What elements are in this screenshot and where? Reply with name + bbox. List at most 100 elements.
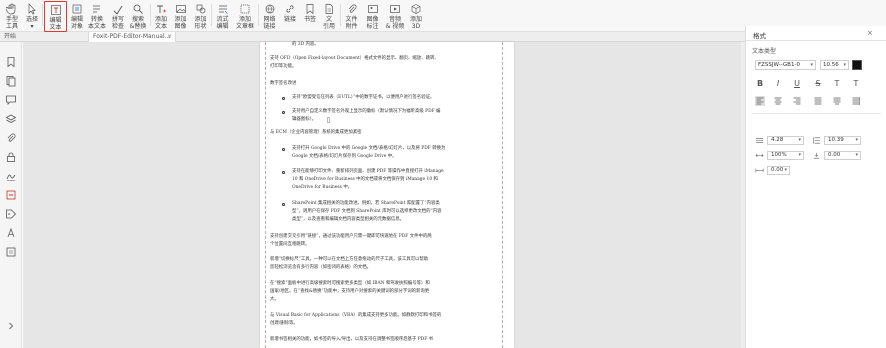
close-icon[interactable]: × xyxy=(167,32,172,42)
baseline-input[interactable]: 0.00 ▾ xyxy=(824,151,861,160)
add-3d-button[interactable]: 添加 3D xyxy=(407,1,425,31)
text-line[interactable]: 支持用户自定义数字签名外观上显示的徽标（默认情况下为福昕高级 PDF 编 xyxy=(292,108,492,116)
edit-text-button[interactable]: 编辑 文本 xyxy=(44,1,67,32)
file-attachment-label-2: 附件 xyxy=(345,23,358,30)
text-line[interactable]: 类型”，以及查看和编辑文档内容类型相关的元数据信息。 xyxy=(292,216,492,224)
flow-edit-icon xyxy=(218,5,228,14)
web-link-button[interactable]: 网络 链接 xyxy=(260,1,279,31)
add-article-button[interactable]: 添加 文章框 xyxy=(234,1,256,31)
signature-panel-icon[interactable] xyxy=(5,170,17,182)
line-spacing-input[interactable]: 10.39 ▾ xyxy=(824,136,861,145)
text-line[interactable]: 型”，则用户在保存 PDF 文档到 SharePoint 库时可以选择更改文档的… xyxy=(292,208,492,216)
text-line[interactable]: 支持打开 Google Drive 中的 Google 文档/表格/幻灯片，以及… xyxy=(292,145,492,153)
text-line[interactable]: 与 ECM（企业内容管理）系统的集成更加紧密 xyxy=(270,129,494,137)
justify-button[interactable] xyxy=(813,96,823,106)
text-color-swatch[interactable] xyxy=(852,60,862,70)
horizontal-scale-input[interactable]: 100% ▾ xyxy=(767,151,804,160)
add-shape-button[interactable]: 添加 形状 xyxy=(191,1,210,31)
edit-text-label: 编辑 xyxy=(49,17,62,24)
find-replace-button[interactable]: 搜索 &替换 xyxy=(128,1,148,31)
text-line[interactable]: 新增“切换标尺”工具，一种可以在文档上方任意拖动的尺子工具，该工具可以帮助 xyxy=(270,256,494,264)
audio-video-label-2: & 视频 xyxy=(385,23,405,30)
add-text-button[interactable]: 添加 文本 xyxy=(152,1,170,31)
document-canvas[interactable]: 的 3D 内容。 支持 OFD（Open Fixed-layout Docume… xyxy=(23,42,741,348)
justify-all-button[interactable] xyxy=(851,96,861,106)
comments-panel-icon[interactable] xyxy=(5,94,17,106)
text-line[interactable]: 支持“欧盟受信任列表（EUTL）”中的数字证书，以便用户进行签名验证。 xyxy=(292,94,492,102)
text-line[interactable]: 辑器图标）。 xyxy=(292,116,492,124)
image-annotation-icon xyxy=(367,5,378,13)
text-line[interactable]: 大。 xyxy=(270,296,494,304)
file-reference-button[interactable]: 文 引用 xyxy=(320,1,338,31)
strikethrough-button[interactable]: S xyxy=(813,79,823,89)
pdf-page[interactable]: 的 3D 内容。 支持 OFD（Open Fixed-layout Docume… xyxy=(260,42,514,348)
bold-button[interactable]: B xyxy=(755,79,765,89)
tab-start[interactable]: 开始 xyxy=(0,32,88,42)
font-family-dropdown[interactable]: FZSSJW--GB1-0 ▾ xyxy=(755,60,816,70)
baseline-icon xyxy=(813,152,820,159)
select-button[interactable]: 选择 ▾ xyxy=(23,1,41,31)
layers-panel-icon[interactable] xyxy=(5,113,17,125)
text-line[interactable]: 支持在能够打印文件、重新排列页面、创建 PDF 等操作中直接打开 iManage xyxy=(292,168,492,176)
spell-check-button[interactable]: 拼写 检查 xyxy=(109,1,127,31)
tab-document[interactable]: Foxit-PDF-Editor-Manual... × xyxy=(88,32,176,42)
text-line[interactable]: 打印等功能。 xyxy=(270,63,494,71)
add-image-button[interactable]: 添加 图像 xyxy=(171,1,190,31)
text-line[interactable]: OneDrive for Business 中。 xyxy=(292,184,492,192)
text-line[interactable]: Google 文档/表格/幻灯片保存到 Google Drive 中。 xyxy=(292,153,492,161)
align-left-button[interactable] xyxy=(755,96,765,106)
redaction-panel-icon[interactable] xyxy=(5,189,17,201)
accessibility-panel-icon[interactable] xyxy=(5,227,17,239)
text-line[interactable]: 的 3D 内容。 xyxy=(292,41,492,49)
security-panel-icon[interactable] xyxy=(5,151,17,163)
align-center-button[interactable] xyxy=(773,96,783,106)
edit-object-label-2: 对象 xyxy=(70,23,83,30)
add-text-icon xyxy=(157,5,166,13)
distribute-button[interactable] xyxy=(832,96,842,106)
bullet xyxy=(282,97,285,100)
text-line[interactable]: 数字签名改进 xyxy=(270,80,494,88)
superscript-button[interactable]: T xyxy=(832,79,842,89)
content-panel-icon[interactable] xyxy=(5,246,17,258)
attachment-panel-icon[interactable] xyxy=(5,132,17,144)
add-shape-label-2: 形状 xyxy=(194,23,207,30)
chevron-right-icon[interactable] xyxy=(5,320,17,332)
bookmark-panel-icon[interactable] xyxy=(5,56,17,68)
underline-button[interactable]: U xyxy=(792,79,802,89)
text-line[interactable]: 个位置间互相跳转。 xyxy=(270,241,494,249)
subscript-button[interactable]: T xyxy=(851,79,861,89)
text-line[interactable]: SharePoint 集成相关的功能改进。例如，若 SharePoint 库配置… xyxy=(292,200,492,208)
edit-object-button[interactable]: 编辑 对象 xyxy=(68,1,86,31)
text-line[interactable]: 创建/删除等。 xyxy=(270,320,494,328)
text-line[interactable]: 与 Visual Basic for Applications（VBA）的集成支… xyxy=(270,312,494,320)
audio-video-button[interactable]: 音频 & 视频 xyxy=(384,1,406,31)
horizontal-scale-value: 100% xyxy=(771,152,787,158)
close-icon[interactable]: × xyxy=(867,29,873,37)
margin-guide-left xyxy=(265,42,266,348)
file-attachment-button[interactable]: 文件 附件 xyxy=(342,1,361,31)
text-line[interactable]: 在“搜索”面板中进行高级搜索时可搜索更多类型（如 IBAN 和驾驶执照编号等）和 xyxy=(270,280,494,288)
chevron-down-icon: ▾ xyxy=(810,62,813,68)
link-button[interactable]: 链接 xyxy=(281,1,299,31)
text-line[interactable]: 国家/地区。在“查找&替换”功能中，支持用户对搜索的关键词的部分字词的新询更 xyxy=(270,288,494,296)
convert-text-button[interactable]: 转换 本文本 xyxy=(87,1,107,31)
text-line[interactable]: 支持 OFD（Open Fixed-layout Document）格式文件的显… xyxy=(270,55,494,63)
hand-tool-label-2: 工具 xyxy=(5,23,18,30)
font-size-dropdown[interactable]: 10.56 ▾ xyxy=(820,60,849,70)
text-line[interactable]: 10 和 OneDrive for Business 中的文档或将文档保存到 i… xyxy=(292,176,492,184)
bookmark-button[interactable]: 书签 xyxy=(301,1,319,31)
align-right-button[interactable] xyxy=(792,96,802,106)
pages-panel-icon[interactable] xyxy=(5,75,17,87)
distribute-icon xyxy=(833,97,841,105)
flow-edit-button[interactable]: 流式 编辑 xyxy=(213,1,232,31)
text-line[interactable]: 您轻松浏览含有多行内容（如密闭的表格）的文档。 xyxy=(270,264,494,272)
text-line[interactable]: 新增书签相关的功能，如书签的导入/导出，以及支持在调整书签顺序后基于 PDF 书 xyxy=(270,336,494,344)
add-image-label: 添加 xyxy=(174,16,187,23)
image-annotation-button[interactable]: 图像 标注 xyxy=(363,1,382,31)
char-spacing-input[interactable]: 4.28 ▾ xyxy=(767,136,804,145)
hand-tool-button[interactable]: 手型 工具 xyxy=(2,1,22,31)
italic-button[interactable]: I xyxy=(773,79,783,89)
text-line[interactable]: 支持创建交叉引用“链接”，通过该功能用户只需一键即可快速地在 PDF 文件中的两 xyxy=(270,233,494,241)
tags-panel-icon[interactable] xyxy=(5,208,17,220)
word-spacing-input[interactable]: 0.00 ▾ xyxy=(767,166,790,175)
